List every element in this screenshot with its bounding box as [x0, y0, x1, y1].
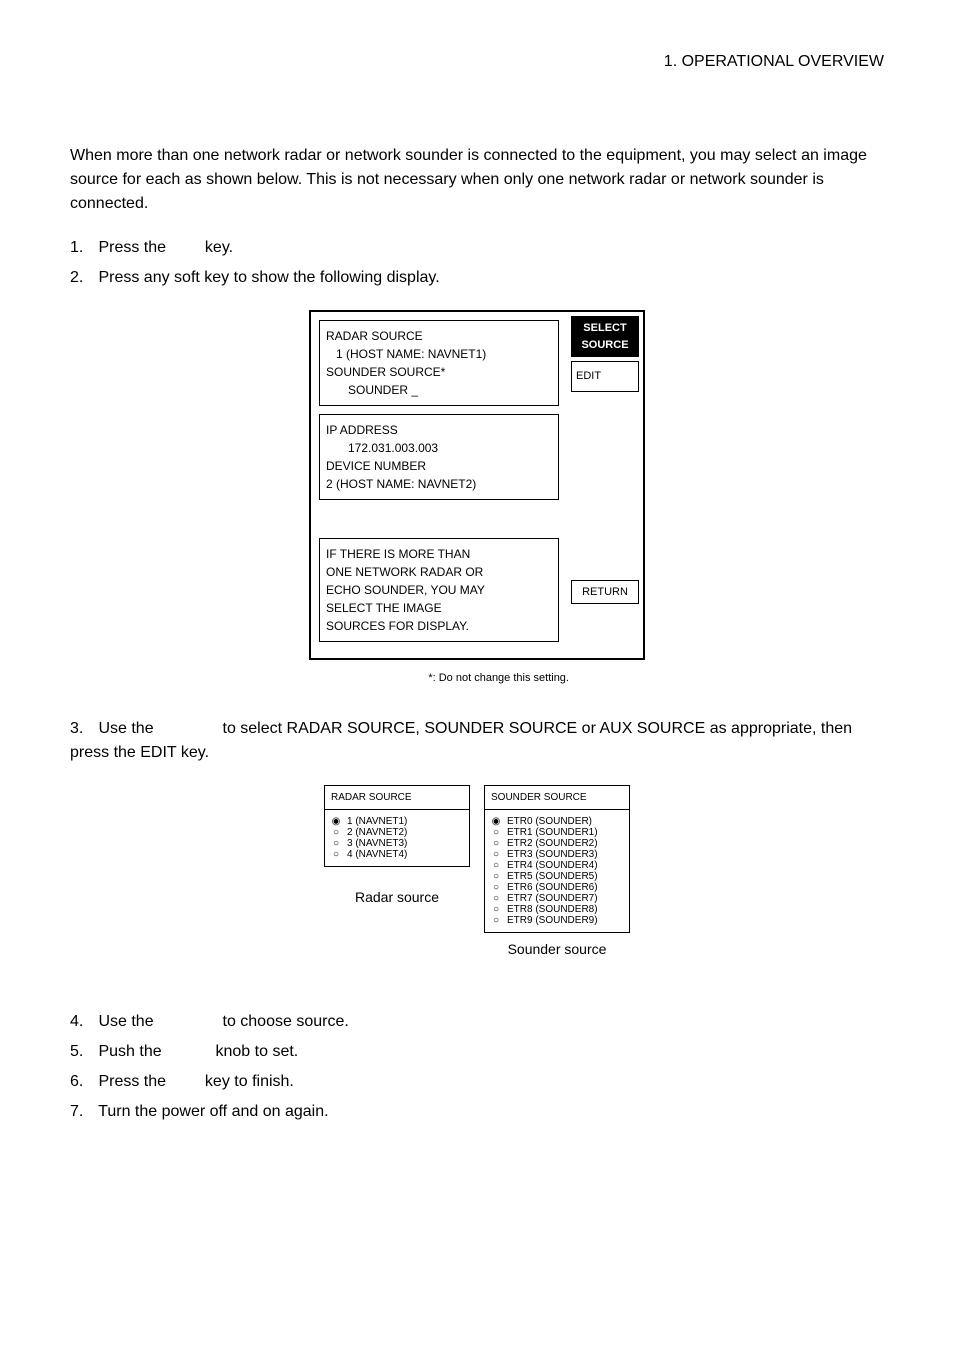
- step-post: knob to set.: [211, 1043, 298, 1060]
- text-line: SELECT THE IMAGE: [326, 599, 552, 617]
- step-pre: Press the: [98, 239, 170, 256]
- panel-title: SOUNDER SOURCE: [485, 786, 629, 810]
- sounder-option[interactable]: ○ ETR4 (SOUNDER4): [491, 860, 623, 871]
- edit-softkey[interactable]: EDIT: [571, 361, 639, 392]
- radar-option[interactable]: ◉ 1 (NAVNET1): [331, 816, 463, 827]
- step-text: Turn the power off and on again.: [98, 1103, 328, 1120]
- text-line: SOURCES FOR DISPLAY.: [326, 617, 552, 635]
- radio-icon: ○: [331, 827, 341, 838]
- option-label: 2 (NAVNET2): [347, 827, 407, 838]
- page-header: 1. OPERATIONAL OVERVIEW: [70, 50, 884, 74]
- step-text: Press the key to finish.: [98, 1073, 293, 1090]
- option-label: ETR3 (SOUNDER3): [507, 849, 598, 860]
- select-source-softkey[interactable]: SELECT SOURCE: [571, 316, 639, 357]
- step-number: 1.: [70, 236, 94, 260]
- info-message-box: IF THERE IS MORE THAN ONE NETWORK RADAR …: [319, 538, 559, 642]
- step-pre: Press the: [98, 1073, 170, 1090]
- step-pre: Use the: [98, 1013, 158, 1030]
- radio-icon: ◉: [491, 816, 501, 827]
- radio-icon: ○: [331, 849, 341, 860]
- step-number: 6.: [70, 1070, 94, 1094]
- option-label: 1 (NAVNET1): [347, 816, 407, 827]
- ip-address-box: IP ADDRESS 172.031.003.003 DEVICE NUMBER…: [319, 414, 559, 500]
- step-number: 3.: [70, 717, 94, 741]
- radio-icon: ○: [491, 871, 501, 882]
- step-mid: to select RADAR SOURCE, SOUNDER SOURCE o…: [70, 720, 852, 761]
- radio-icon: ○: [491, 893, 501, 904]
- step-pre: Use the: [98, 720, 158, 737]
- radio-icon: ○: [491, 904, 501, 915]
- step-pre: Push the: [98, 1043, 166, 1060]
- text-line: 2 (HOST NAME: NAVNET2): [326, 475, 552, 493]
- option-label: ETR6 (SOUNDER6): [507, 882, 598, 893]
- source-windows: RADAR SOURCE ◉ 1 (NAVNET1) ○ 2 (NAVNET2) ○ 3 …: [70, 785, 884, 960]
- radar-option[interactable]: ○ 4 (NAVNET4): [331, 849, 463, 860]
- select-source-screen: RADAR SOURCE 1 (HOST NAME: NAVNET1) SOUN…: [70, 310, 884, 660]
- radio-icon: ○: [331, 838, 341, 849]
- sounder-option[interactable]: ○ ETR6 (SOUNDER6): [491, 882, 623, 893]
- intro-paragraph: When more than one network radar or netw…: [70, 144, 884, 216]
- step-number: 2.: [70, 266, 94, 290]
- option-label: ETR8 (SOUNDER8): [507, 904, 598, 915]
- option-label: 4 (NAVNET4): [347, 849, 407, 860]
- sounder-option[interactable]: ○ ETR8 (SOUNDER8): [491, 904, 623, 915]
- sounder-option[interactable]: ○ ETR1 (SOUNDER1): [491, 827, 623, 838]
- sounder-option[interactable]: ○ ETR3 (SOUNDER3): [491, 849, 623, 860]
- sounder-source-panel: SOUNDER SOURCE ◉ ETR0 (SOUNDER) ○ ETR1 (SOU…: [484, 785, 630, 933]
- sounder-option[interactable]: ○ ETR2 (SOUNDER2): [491, 838, 623, 849]
- text-line: IF THERE IS MORE THAN: [326, 545, 552, 563]
- option-label: ETR7 (SOUNDER7): [507, 893, 598, 904]
- option-label: ETR0 (SOUNDER): [507, 816, 592, 827]
- option-label: 3 (NAVNET3): [347, 838, 407, 849]
- step-text: Push the knob to set.: [98, 1043, 298, 1060]
- step-number: 5.: [70, 1040, 94, 1064]
- text-line: IP ADDRESS: [326, 421, 552, 439]
- step-text: Use the to select RADAR SOURCE, SOUNDER …: [70, 720, 852, 761]
- text-line: RADAR SOURCE: [326, 327, 552, 345]
- radar-option[interactable]: ○ 2 (NAVNET2): [331, 827, 463, 838]
- option-label: ETR1 (SOUNDER1): [507, 827, 598, 838]
- step-number: 7.: [70, 1100, 94, 1124]
- step-post: to choose source.: [218, 1013, 349, 1030]
- radio-icon: ◉: [331, 816, 341, 827]
- sounder-option[interactable]: ○ ETR9 (SOUNDER9): [491, 915, 623, 926]
- step-text: Use the to choose source.: [98, 1013, 348, 1030]
- text-line: ECHO SOUNDER, YOU MAY: [326, 581, 552, 599]
- radar-source-box: RADAR SOURCE 1 (HOST NAME: NAVNET1) SOUN…: [319, 320, 559, 406]
- radio-icon: ○: [491, 882, 501, 893]
- text-line: ONE NETWORK RADAR OR: [326, 563, 552, 581]
- radar-source-panel: RADAR SOURCE ◉ 1 (NAVNET1) ○ 2 (NAVNET2) ○ 3 …: [324, 785, 470, 867]
- radio-icon: ○: [491, 827, 501, 838]
- setting-note: *: Do not change this setting.: [70, 670, 884, 687]
- radio-icon: ○: [491, 860, 501, 871]
- radio-icon: ○: [491, 915, 501, 926]
- radio-icon: ○: [491, 838, 501, 849]
- text-line: SOUNDER SOURCE*: [326, 363, 552, 381]
- step-number: 4.: [70, 1010, 94, 1034]
- radar-caption: Radar source: [355, 887, 439, 908]
- option-label: ETR4 (SOUNDER4): [507, 860, 598, 871]
- steps-list-middle: 3. Use the to select RADAR SOURCE, SOUND…: [70, 717, 884, 765]
- text-line: 1 (HOST NAME: NAVNET1): [326, 345, 552, 363]
- text-line: SOUNDER _: [326, 381, 552, 399]
- step-text: Press the key.: [98, 239, 233, 256]
- sounder-option[interactable]: ○ ETR7 (SOUNDER7): [491, 893, 623, 904]
- sounder-caption: Sounder source: [508, 939, 607, 960]
- sounder-option[interactable]: ◉ ETR0 (SOUNDER): [491, 816, 623, 827]
- panel-title: RADAR SOURCE: [325, 786, 469, 810]
- steps-list-2: 4. Use the to choose source. 5. Push the…: [70, 1010, 884, 1124]
- text-line: DEVICE NUMBER: [326, 457, 552, 475]
- option-label: ETR2 (SOUNDER2): [507, 838, 598, 849]
- sounder-option[interactable]: ○ ETR5 (SOUNDER5): [491, 871, 623, 882]
- step-text: Press any soft key to show the following…: [98, 269, 439, 286]
- radio-icon: ○: [491, 849, 501, 860]
- steps-list-1: 1. Press the key. 2. Press any soft key …: [70, 236, 884, 290]
- step-post: key.: [200, 239, 233, 256]
- option-label: ETR9 (SOUNDER9): [507, 915, 598, 926]
- step-post: key to finish.: [200, 1073, 293, 1090]
- radar-option[interactable]: ○ 3 (NAVNET3): [331, 838, 463, 849]
- return-softkey[interactable]: RETURN: [571, 580, 639, 605]
- text-line: 172.031.003.003: [326, 439, 552, 457]
- option-label: ETR5 (SOUNDER5): [507, 871, 598, 882]
